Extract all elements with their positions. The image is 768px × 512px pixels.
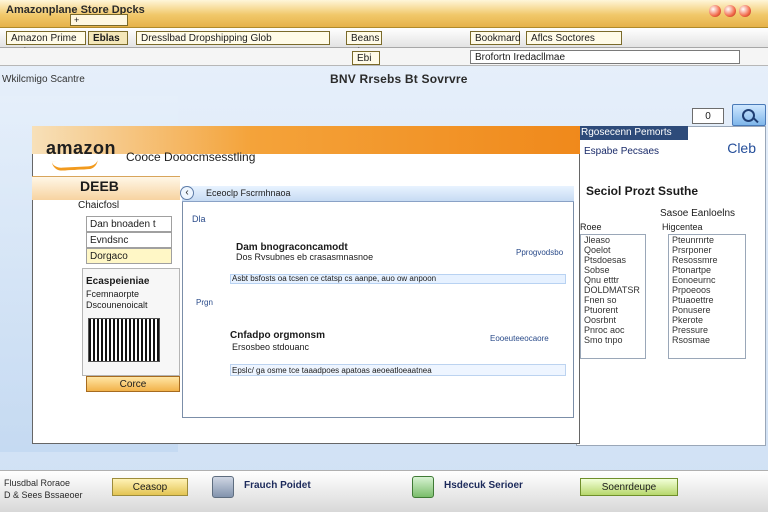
right-panel-header: Rgosecenn Pemorts: [577, 126, 688, 140]
address-input[interactable]: Brofortn Iredacllmae: [470, 50, 740, 64]
list-item[interactable]: Ptuaoettre: [669, 295, 745, 305]
popup-row-note[interactable]: Pprogvodsbo: [516, 248, 563, 257]
bottom-label-1[interactable]: Frauch Poidet: [244, 480, 311, 491]
popup-row-note2[interactable]: Eooeuteeocaore: [490, 334, 549, 343]
toolbar-pill-status[interactable]: Beans Sbout: [346, 31, 382, 58]
toolbar-pill-right[interactable]: Aflcs Soctores: [526, 31, 622, 45]
list-item[interactable]: Qnu etttr: [581, 275, 645, 285]
amazon-card-line-1: Fcemnaorpte: [86, 289, 140, 299]
amazon-field-3[interactable]: Dorgaco: [86, 248, 172, 264]
bottom-left-line-1: Flusdbal Roraoe: [4, 478, 71, 488]
right-col-left-title: Roee: [580, 222, 602, 232]
amazon-card-line-2: Dscounenoicalt: [86, 300, 148, 310]
toolbar-pill-middle[interactable]: Dresslbad Dropshipping Glob: [136, 31, 330, 45]
list-item[interactable]: Oosrbnt: [581, 315, 645, 325]
amazon-subtitle: Chaicfosl: [78, 200, 120, 211]
right-col-right: Pteunrnrte Prsrponer Resossmre Ptonartpe…: [668, 234, 746, 359]
list-item[interactable]: Pteunrnrte: [669, 235, 745, 245]
list-item[interactable]: Prsrponer: [669, 245, 745, 255]
amazon-card-title: Ecaspeieniae: [86, 276, 150, 287]
list-item[interactable]: Ponusere: [669, 305, 745, 315]
back-arrow-icon[interactable]: ‹: [180, 186, 194, 200]
toolbar-pill-bookmark[interactable]: Bookmard: [470, 31, 521, 45]
list-item[interactable]: Ptsdoesas: [581, 255, 645, 265]
amazon-tagline: Cooce Dooocmsesstling: [126, 150, 256, 164]
page-title: BNV Rrsebs Bt Sovrvre: [330, 72, 468, 86]
list-item[interactable]: Pnroc aoc: [581, 325, 645, 335]
list-item[interactable]: Pkerote: [669, 315, 745, 325]
box-icon: [412, 476, 434, 498]
right-panel-title: Espabe Pecsaes: [584, 146, 660, 157]
list-item[interactable]: Pressure: [669, 325, 745, 335]
bottom-left-button[interactable]: Ceasop: [112, 478, 188, 496]
list-item[interactable]: Rsosmae: [669, 335, 745, 345]
amazon-logo: amazon: [46, 138, 117, 158]
popup-row-sub: Dos Rvsubnes eb crasasmnasnoe: [236, 252, 374, 262]
maximize-icon[interactable]: [739, 5, 751, 17]
amazon-section-label: DEEB: [80, 178, 119, 194]
right-panel-link[interactable]: Cleb: [727, 140, 756, 156]
search-input[interactable]: 0: [692, 108, 724, 124]
list-item[interactable]: Ptuorent: [581, 305, 645, 315]
window-controls: [706, 4, 758, 18]
popup-title: Eceoclp Fscrmhnaoa: [206, 188, 291, 198]
popup-block2-row-text: Epslc/ ga osme tce taaadpoes apatoas aeo…: [232, 366, 432, 375]
popup-block2-sub: Ersosbeo stdouanc: [232, 342, 310, 352]
sidebar-label: Wkilcmigo Scantre: [2, 74, 85, 85]
bottom-label-2[interactable]: Hsdecuk Serioer: [444, 480, 523, 491]
list-item[interactable]: Prpoeoos: [669, 285, 745, 295]
right-section-title: Seciol Prozt Ssuthe: [586, 184, 699, 198]
popup-row-text: Asbt bsfosts oa tcsen ce ctatsp cs aanpe…: [232, 274, 437, 283]
list-item[interactable]: Qoelot: [581, 245, 645, 255]
amazon-field-2[interactable]: Evndsnc: [86, 232, 172, 248]
right-col-right-title: Higcentea: [662, 222, 703, 232]
amazon-card-button[interactable]: Corce: [86, 376, 180, 392]
list-item[interactable]: Jleaso: [581, 235, 645, 245]
list-item[interactable]: Sobse: [581, 265, 645, 275]
amazon-field-1[interactable]: Dan bnoaden t: [86, 216, 172, 232]
list-item[interactable]: Eonoeurnc: [669, 275, 745, 285]
popup-side-label: Prgn: [196, 298, 213, 307]
address-label: Ebi: [352, 51, 380, 65]
bottom-right-button[interactable]: Soenrdeupe: [580, 478, 678, 496]
popup-block2-title: Cnfadpo orgmonsm: [230, 330, 325, 341]
minimize-icon[interactable]: [724, 5, 736, 17]
popup-left-mini: Dla: [192, 214, 206, 224]
list-item[interactable]: Resossmre: [669, 255, 745, 265]
right-col-left: Jleaso Qoelot Ptsdoesas Sobse Qnu etttr …: [580, 234, 646, 359]
search-icon[interactable]: [732, 104, 766, 126]
package-icon: [212, 476, 234, 498]
list-item[interactable]: Ptonartpe: [669, 265, 745, 275]
right-search-title: Sasoe Eanloelns: [660, 208, 736, 219]
close-icon[interactable]: [709, 5, 721, 17]
barcode-icon: [88, 318, 160, 362]
list-item[interactable]: DOLDMATSR: [581, 285, 645, 295]
toolbar-pill-fb[interactable]: Eblas: [88, 31, 128, 45]
new-tab-button[interactable]: +: [70, 14, 128, 26]
list-item[interactable]: Smo tnpo: [581, 335, 645, 345]
toolbar-pill-left[interactable]: Amazon Prime Dok: [6, 31, 86, 58]
popup-window: [182, 186, 574, 418]
bottom-left-line-2: D & Sees Bssaeoer: [4, 490, 83, 500]
list-item[interactable]: Fnen so: [581, 295, 645, 305]
